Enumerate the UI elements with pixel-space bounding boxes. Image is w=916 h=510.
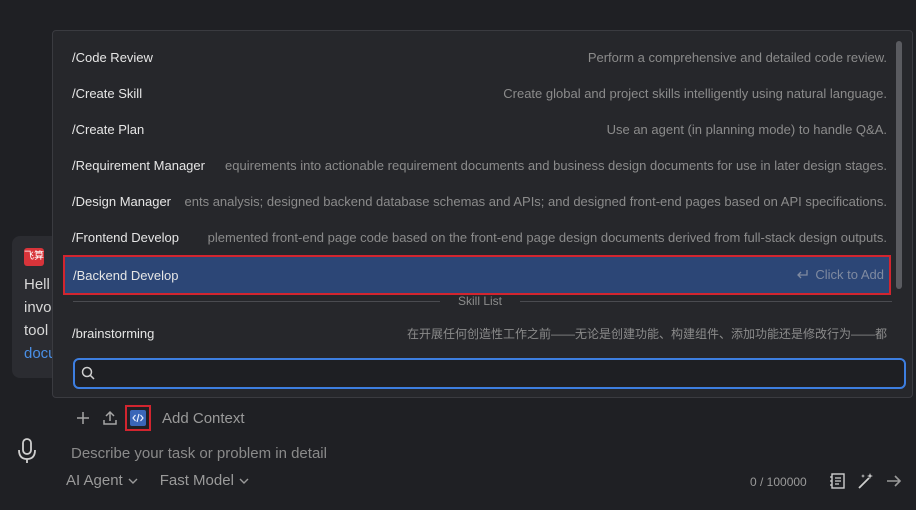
microphone-button[interactable] (16, 437, 38, 470)
model-label: Fast Model (159, 472, 234, 489)
command-description: Perform a comprehensive and detailed cod… (587, 49, 887, 65)
command-description: Create global and project skills intelli… (503, 85, 887, 101)
agent-mode-dropdown[interactable]: AI Agent (66, 472, 138, 489)
task-input[interactable]: Describe your task or problem in detail (71, 445, 327, 462)
enter-icon (797, 270, 808, 279)
add-button[interactable] (72, 407, 94, 429)
command-name: /Create Skill (63, 85, 147, 101)
command-description: plemented front-end page code based on t… (207, 229, 887, 245)
divider (520, 301, 892, 302)
add-context-label[interactable]: Add Context (162, 410, 245, 427)
command-name: /Design Manager (63, 193, 175, 209)
command-name: /Backend Develop (73, 267, 179, 283)
command-name: /Code Review (63, 49, 157, 65)
chat-text-line: Hell (24, 276, 50, 293)
popup-scrollbar[interactable] (896, 41, 902, 289)
code-icon (132, 413, 144, 423)
skill-description: 在开展任何创造性工作之前——无论是创建功能、构建组件、添加功能还是修改行为——都 (406, 326, 887, 341)
skill-item-brainstorming[interactable]: /brainstorming 在开展任何创造性工作之前——无论是创建功能、构建组… (63, 315, 893, 351)
command-item-backend-develop[interactable]: /Backend Develop Click to Add (63, 255, 891, 295)
chat-text-line: invo (24, 299, 52, 316)
plus-icon (77, 412, 89, 424)
model-dropdown[interactable]: Fast Model (160, 472, 249, 489)
chevron-down-icon (239, 478, 249, 484)
command-item-create-skill[interactable]: /Create Skill Create global and project … (63, 75, 893, 111)
upload-button[interactable] (99, 407, 121, 429)
app-logo: 飞算 (24, 248, 44, 266)
command-search-input[interactable] (103, 364, 893, 384)
command-name: /Create Plan (63, 121, 149, 137)
command-description: equirements into actionable requirement … (225, 157, 887, 173)
command-item-design-manager[interactable]: /Design Manager ents analysis; designed … (63, 183, 893, 219)
command-popup: /Code Review Perform a comprehensive and… (52, 30, 913, 398)
command-item-requirement-manager[interactable]: /Requirement Manager equirements into ac… (63, 147, 893, 183)
upload-icon (103, 410, 117, 425)
bottom-bar: AI Agent Fast Model (66, 472, 271, 489)
magic-enhance-button[interactable] (856, 471, 876, 491)
command-search-box (73, 358, 906, 389)
format-button[interactable] (828, 471, 848, 491)
arrow-right-icon (887, 475, 902, 487)
command-description: Use an agent (in planning mode) to handl… (606, 121, 887, 137)
click-to-add-hint: Click to Add (815, 267, 884, 282)
input-actions (828, 471, 912, 491)
command-item-create-plan[interactable]: /Create Plan Use an agent (in planning m… (63, 111, 893, 147)
command-description: ents analysis; designed backend database… (184, 193, 887, 209)
char-count: 0 / 100000 (750, 475, 807, 489)
code-context-button[interactable] (125, 405, 151, 431)
chevron-down-icon (128, 478, 138, 484)
search-icon (81, 366, 95, 380)
chat-text-line: tool (24, 322, 49, 339)
command-name: /Requirement Manager (63, 157, 209, 173)
send-button[interactable] (884, 471, 904, 491)
agent-mode-label: AI Agent (66, 472, 123, 489)
divider (73, 301, 440, 302)
command-name: /Frontend Develop (63, 229, 183, 245)
input-toolbar: Add Context (72, 405, 245, 431)
command-item-code-review[interactable]: /Code Review Perform a comprehensive and… (63, 39, 893, 75)
microphone-icon (18, 438, 36, 463)
format-icon (830, 473, 845, 489)
skill-name: /brainstorming (63, 325, 159, 341)
magic-wand-icon (858, 473, 873, 489)
command-item-frontend-develop[interactable]: /Frontend Develop plemented front-end pa… (63, 219, 893, 255)
skill-list-label: Skill List (457, 294, 502, 308)
